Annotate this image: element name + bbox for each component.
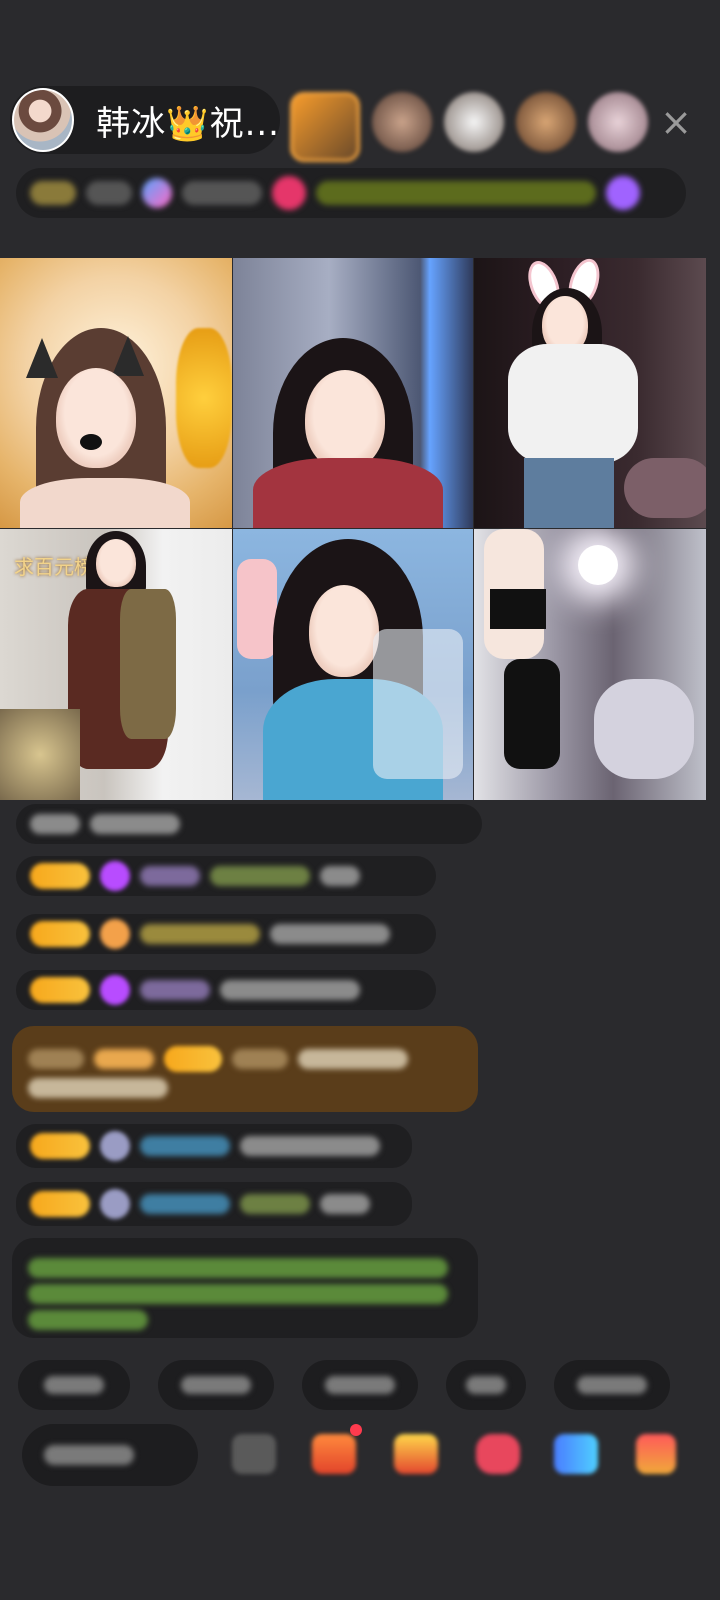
rank-badge (30, 181, 76, 205)
announcement-ticker (316, 181, 596, 205)
level-badge (30, 1191, 90, 1217)
level-badge (30, 1133, 90, 1159)
video-tile-1[interactable] (0, 258, 232, 528)
video-tile-2[interactable] (233, 258, 473, 528)
chat-message[interactable] (16, 856, 436, 896)
video-tile-5[interactable] (233, 529, 473, 800)
level-badge (30, 977, 90, 1003)
globe-icon (142, 178, 172, 208)
level-badge (30, 921, 90, 947)
notification-dot (350, 1424, 362, 1436)
viewer-avatar[interactable] (444, 92, 504, 152)
entry-notice[interactable] (12, 1026, 478, 1112)
room-stats-bar[interactable] (16, 168, 686, 218)
tile-label: 求百元榜 (14, 555, 94, 579)
video-tile-4[interactable]: 求百元榜 (0, 529, 232, 800)
chat-message[interactable] (16, 804, 482, 844)
viewer-avatar[interactable] (516, 92, 576, 152)
box-icon[interactable] (312, 1434, 356, 1474)
quick-reply-button[interactable] (446, 1360, 526, 1410)
gem-icon (100, 919, 130, 949)
stat-text (86, 181, 132, 205)
viewer-avatar[interactable] (372, 92, 432, 152)
top-viewers-list (290, 92, 648, 162)
host-avatar[interactable] (12, 88, 75, 152)
close-icon[interactable]: × (654, 100, 698, 144)
avatar (100, 1189, 130, 1219)
quick-reply-button[interactable] (18, 1360, 130, 1410)
gift-icon[interactable] (476, 1434, 520, 1474)
quick-reply-button[interactable] (554, 1360, 670, 1410)
heart-icon (272, 176, 306, 210)
gift-icon (606, 176, 640, 210)
system-announcement (12, 1238, 478, 1338)
stat-text (182, 181, 262, 205)
gem-icon (100, 861, 130, 891)
video-tile-6[interactable] (474, 529, 706, 800)
avatar (100, 1131, 130, 1161)
viewer-avatar[interactable] (588, 92, 648, 152)
host-info-pill[interactable]: 韩冰👑祝... (10, 86, 280, 154)
quick-reply-button[interactable] (302, 1360, 418, 1410)
quick-reply-row (18, 1360, 670, 1410)
quick-reply-button[interactable] (158, 1360, 274, 1410)
bottom-toolbar (22, 1424, 712, 1488)
level-badge (164, 1046, 222, 1072)
more-icon[interactable] (232, 1434, 276, 1474)
chat-message[interactable] (16, 1124, 412, 1168)
level-badge (30, 863, 90, 889)
gem-icon (100, 975, 130, 1005)
game-icon[interactable] (554, 1434, 598, 1474)
shop-icon[interactable] (636, 1434, 676, 1474)
bag-icon[interactable] (394, 1434, 438, 1474)
video-tile-3[interactable] (474, 258, 706, 528)
chat-message[interactable] (16, 1182, 412, 1226)
chat-message[interactable] (16, 970, 436, 1010)
chat-message[interactable] (16, 914, 436, 954)
viewer-avatar[interactable] (290, 92, 360, 162)
chat-input[interactable] (22, 1424, 198, 1486)
multi-guest-video-grid: 求百元榜 (0, 258, 706, 800)
host-name: 韩冰👑祝... (96, 103, 280, 144)
